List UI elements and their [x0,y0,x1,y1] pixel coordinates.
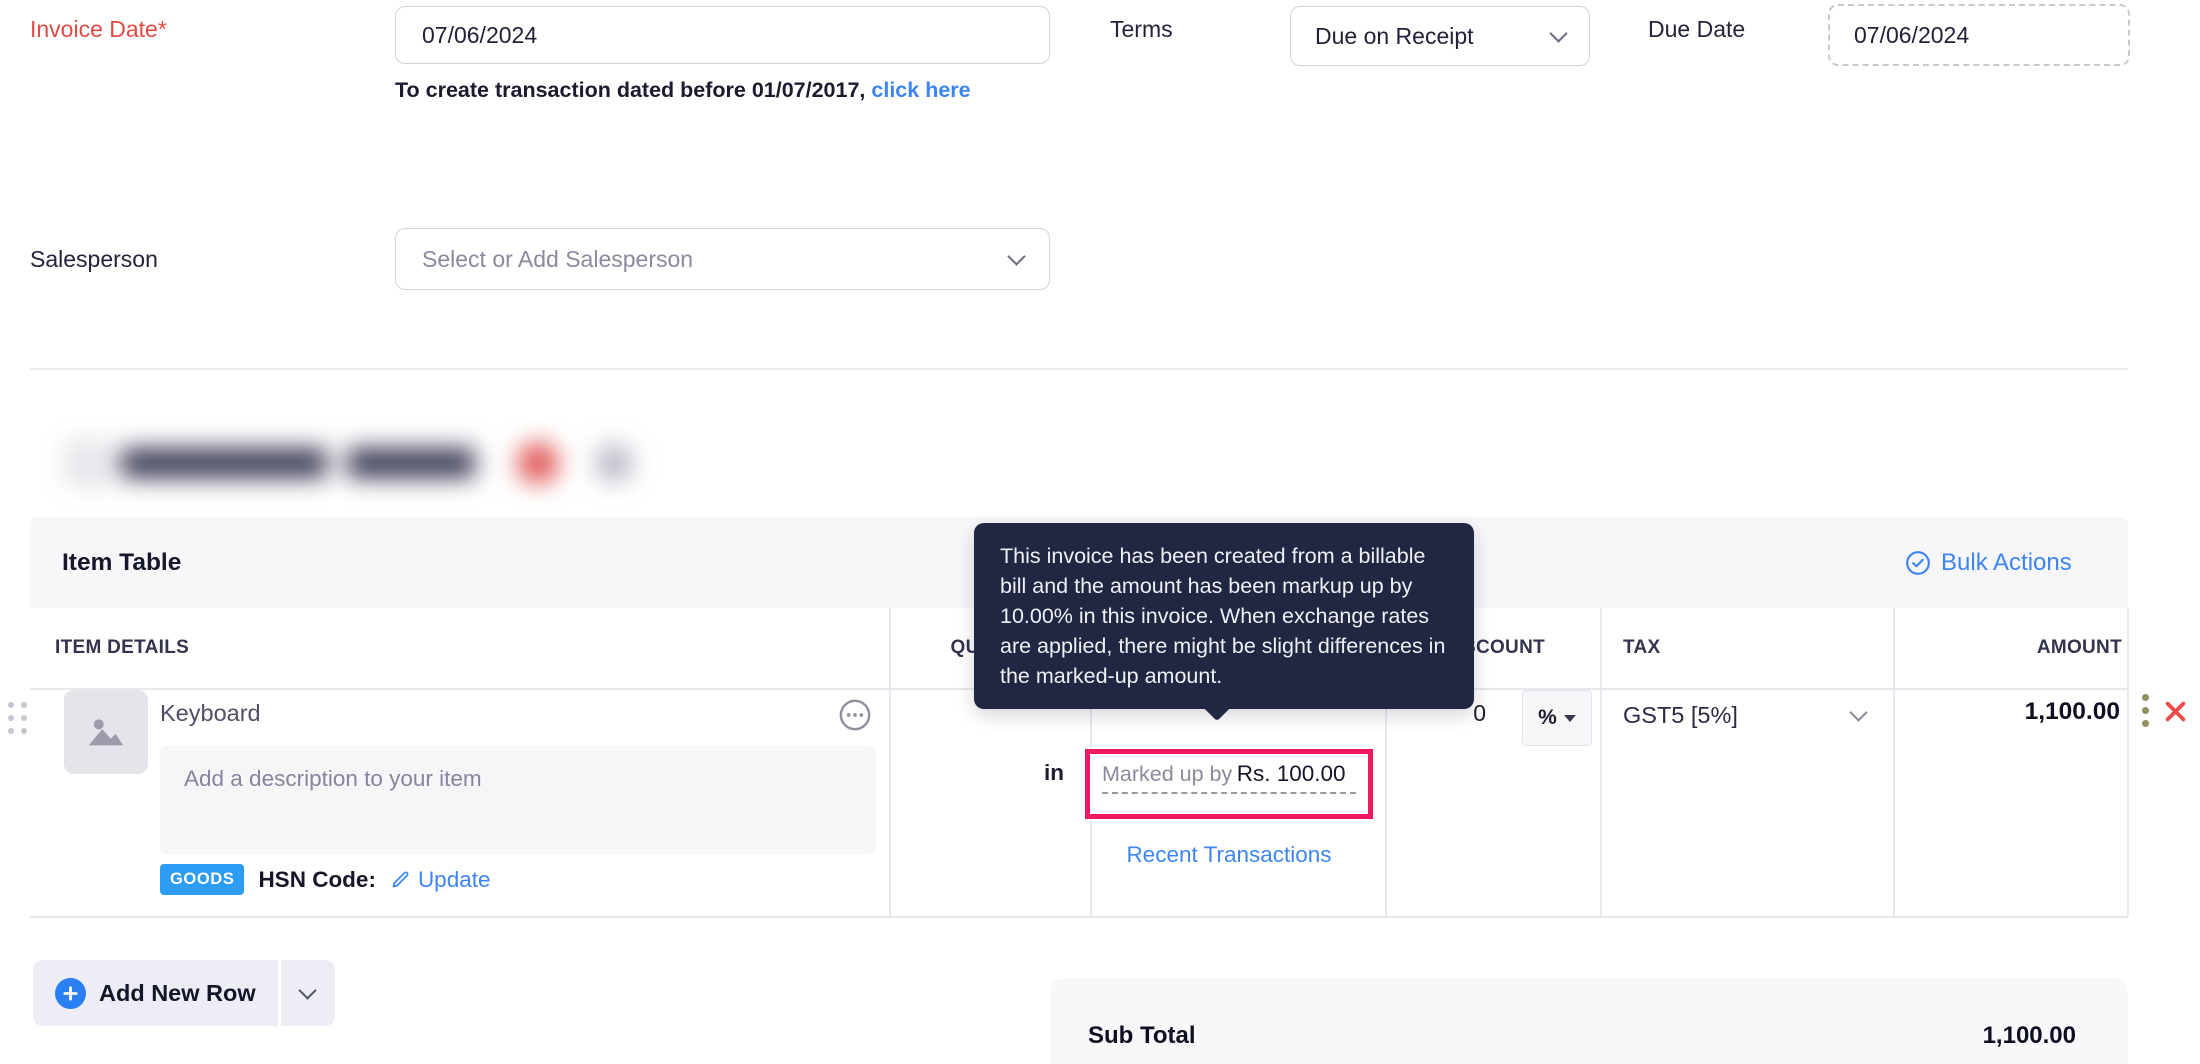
due-date-label: Due Date [1648,16,1746,42]
pencil-icon [392,871,409,888]
tax-chevron-down-icon[interactable] [1849,703,1868,722]
delete-row-button[interactable] [2162,698,2189,730]
markup-amount-field[interactable]: Marked up by Rs. 100.00 [1085,749,1373,819]
recent-transactions-link[interactable]: Recent Transactions [1085,842,1373,868]
blurred-red-icon [517,442,559,484]
markup-info-tooltip: This invoice has been created from a bil… [974,523,1474,709]
hsn-update-link[interactable]: Update [390,867,491,893]
row-options-menu-button[interactable] [838,698,872,737]
click-here-link[interactable]: click here [871,78,970,102]
column-header-amount: AMOUNT [2036,637,2122,658]
column-separator [2127,608,2129,916]
add-new-row-button[interactable]: Add New Row [33,960,278,1026]
section-divider [30,368,2128,370]
chevron-down-icon [1549,23,1568,43]
salesperson-label: Salesperson [30,246,158,272]
row-bottom-border [30,916,2128,918]
invoice-date-label: Invoice Date* [30,16,167,42]
ellipsis-circle-icon [839,699,871,731]
blurred-checkbox [69,444,107,482]
bulk-actions-button[interactable]: Bulk Actions [1905,517,2072,608]
markup-label: Marked up by [1102,762,1233,786]
close-icon [2165,701,2186,722]
chevron-down-icon [1007,246,1026,266]
description-placeholder: Add a description to your item [184,766,482,791]
sub-total-label: Sub Total [1088,1022,1196,1049]
column-separator [1600,608,1602,916]
invoice-date-value: 07/06/2024 [422,21,538,48]
column-separator [889,608,891,916]
editable-dashed-underline [1102,792,1356,794]
chevron-down-icon [298,980,317,1000]
helper-text: To create transaction dated before 01/07… [395,78,866,102]
goods-type-badge: GOODS [160,864,245,895]
totals-panel [1050,978,2128,1064]
terms-select[interactable]: Due on Receipt [1290,6,1590,66]
terms-value: Due on Receipt [1315,22,1474,49]
hsn-update-label: Update [417,866,491,892]
item-meta-row: GOODS HSN Code: Update [160,864,491,895]
tax-select[interactable]: GST5 [5%] [1623,702,1738,729]
row-more-actions-button[interactable] [2142,694,2149,727]
salesperson-placeholder: Select or Add Salesperson [422,245,694,272]
add-row-dropdown-button[interactable] [281,960,335,1026]
blurred-gray-icon [595,444,633,482]
blurred-text [121,448,327,478]
photo-icon [88,719,124,746]
line-amount-value: 1,100.00 [2024,698,2120,725]
due-date-input[interactable]: 07/06/2024 [1828,4,2130,66]
item-image-placeholder-icon[interactable] [64,690,148,774]
caret-down-icon [1563,714,1576,722]
column-header-item-details: ITEM DETAILS [55,637,190,658]
item-table-title: Item Table [62,549,182,576]
item-name-field[interactable]: Keyboard [160,700,261,727]
invoice-date-input[interactable]: 07/06/2024 [395,6,1050,64]
salesperson-select[interactable]: Select or Add Salesperson [395,228,1050,290]
item-description-input[interactable]: Add a description to your item [160,746,876,854]
invoice-date-helper: To create transaction dated before 01/07… [395,78,971,103]
markup-value: Rs. 100.00 [1236,761,1346,786]
redacted-blurred-block [55,420,675,508]
plus-icon [55,977,86,1009]
due-date-value: 07/06/2024 [1854,21,1970,48]
bulk-actions-label: Bulk Actions [1941,548,2072,576]
row-drag-handle[interactable] [8,702,27,734]
discount-unit-value: % [1538,706,1557,729]
quantity-unit-label: in [1044,760,1064,785]
terms-label: Terms [1110,16,1173,42]
column-header-tax: TAX [1623,637,1661,658]
sub-total-value: 1,100.00 [1982,1022,2076,1049]
add-new-row-split-button: Add New Row [33,960,335,1026]
add-new-row-label: Add New Row [99,979,256,1006]
column-separator [1893,608,1895,916]
invoice-editor-screen: Invoice Date* 07/06/2024 To create trans… [0,0,2200,1064]
hsn-code-label: HSN Code: [258,866,376,892]
discount-unit-dropdown[interactable]: % [1522,690,1592,746]
check-circle-icon [1906,550,1930,575]
blurred-text [347,448,475,478]
